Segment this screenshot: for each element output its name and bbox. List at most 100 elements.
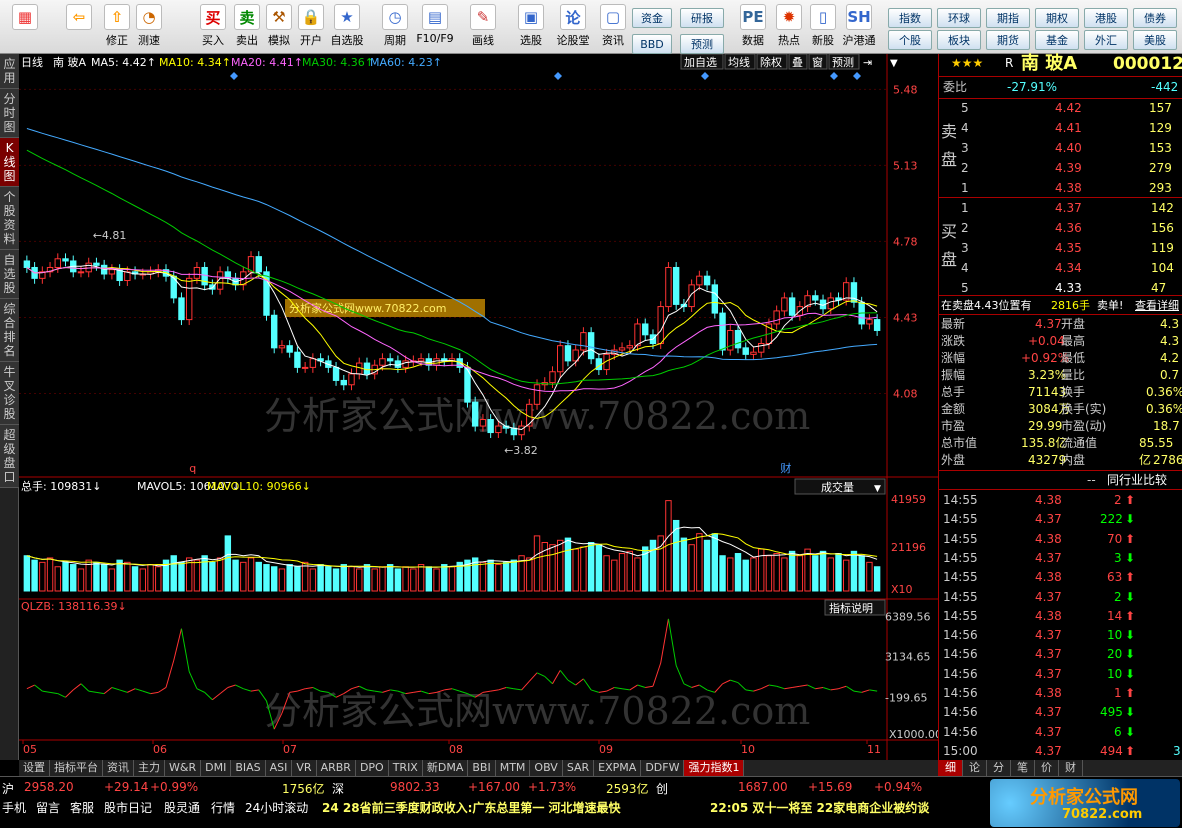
status-link[interactable]: 留言 [36,799,60,816]
toolbar-clock-button[interactable]: ◷ 周期 [378,4,412,50]
toolbar-back-arrow-button[interactable]: ⇦ [58,4,100,50]
toolbar-forum-button[interactable]: 论论股堂 [556,4,590,50]
status-link[interactable]: 客服 [70,799,94,816]
sidetab[interactable]: 分时图 [0,89,19,138]
status-link[interactable]: 行情 [211,799,235,816]
chart-button[interactable]: 加自选 [680,53,724,70]
market-button[interactable]: 港股 [1084,8,1128,28]
chart-button[interactable]: 除权 [756,53,788,70]
chart-button[interactable]: 叠 [788,53,808,70]
indicator-tab[interactable]: VR [292,760,317,776]
market-button[interactable]: 美股 [1133,30,1177,50]
news-ticker-1[interactable]: 24 28省前三季度财政收入:广东总里第一 河北增速最快 [322,799,621,816]
market-button[interactable]: 基金 [1035,30,1079,50]
chart-button[interactable]: 窗 [808,53,828,70]
toolbar-sell-button[interactable]: 卖卖出 [230,4,264,50]
event-marker-icon[interactable] [554,72,562,80]
event-marker-icon[interactable] [701,72,709,80]
toolbar-btn_bbd-button[interactable]: BBD [632,34,672,54]
toolbar-buy-button[interactable]: 买买入 [196,4,230,50]
event-marker-icon[interactable] [830,72,838,80]
toolbar-lock-button[interactable]: 🔒 开户 [294,4,328,50]
market-button[interactable]: 板块 [937,30,981,50]
indicator-tab[interactable]: ARBR [317,760,356,776]
status-link[interactable]: 手机 [2,799,26,816]
indicator-tab[interactable]: W&R [165,760,202,776]
indicator-tab[interactable]: SAR [563,760,595,776]
event-marker-report[interactable]: 财 [780,461,791,475]
toolbar-btn_zijin-button[interactable]: 资金 [632,8,672,28]
indicator-tab[interactable]: BBI [468,760,496,776]
chart-area[interactable]: 5.48 5.13 4.78 4.43 4.08 分析家公式网www.70822.com 分… [19,53,942,760]
toolbar-favorites-button[interactable]: ★ 自选股 [330,4,364,50]
chart-button[interactable]: 均线 [724,53,756,70]
market-button[interactable]: 个股 [888,30,932,50]
chart-button[interactable]: 预测 [828,53,860,70]
quote-tab[interactable]: 细 [939,760,963,776]
toolbar-pe-data-button[interactable]: PE 数据 [736,4,770,50]
indicator-tab[interactable]: DMI [201,760,232,776]
indicator-tab[interactable]: 设置 [19,760,50,776]
sidetab[interactable]: 综合排名 [0,299,19,362]
indicator-tab[interactable]: DPO [356,760,389,776]
indicator-tab[interactable]: MTM [496,760,531,776]
quote-tab[interactable]: 价 [1035,760,1059,776]
indicator-tab[interactable]: 指标平台 [50,760,103,776]
toolbar-pen-button[interactable]: ✎ 画线 [466,4,500,50]
quote-tab[interactable]: 财 [1059,760,1083,776]
sidetab[interactable]: 超级盘口 [0,425,19,488]
status-link[interactable]: 股市日记 [104,799,152,816]
toolbar-new-stock-button[interactable]: ▯ 新股 [806,4,840,50]
toolbar-revise-button[interactable]: ⇧ 修正 [100,4,134,50]
candle [549,366,556,389]
indicator-tab[interactable]: EXPMA [594,760,642,776]
indicator-tab[interactable]: 新DMA [423,760,469,776]
market-button[interactable]: 期权 [1035,8,1079,28]
news-ticker-2[interactable]: 22:05 双十一将至 22家电商企业被约谈 [710,799,929,816]
market-button[interactable]: 期指 [986,8,1030,28]
indicator-explain-button[interactable]: 指标说明 [824,599,886,616]
sidetab[interactable]: K线图 [0,138,19,187]
toolbar-simulate-button[interactable]: ⚒ 模拟 [262,4,296,50]
toolbar-f10-button[interactable]: ▤ F10/F9 [416,4,454,50]
indicator-tab[interactable]: TRIX [389,760,423,776]
dropdown-icon[interactable]: ▼ [890,58,898,69]
event-marker-q[interactable]: q [189,462,196,475]
sidetab[interactable]: 应用 [0,54,19,89]
indicator-tab[interactable]: 强力指数1 [684,760,745,776]
toolbar-btn_yuce-button[interactable]: 预测 [680,34,724,54]
industry-compare-button[interactable]: 同行业比较 [1107,472,1167,489]
event-marker-icon[interactable] [230,72,238,80]
quote-tab[interactable]: 笔 [1011,760,1035,776]
status-link[interactable]: 股灵通 [164,799,200,816]
market-button[interactable]: 债券 [1133,8,1177,28]
sidetab[interactable]: 自选股 [0,250,19,299]
toolbar-select-stock-button[interactable]: ▣ 选股 [514,4,548,50]
indicator-tab[interactable]: DDFW [641,760,685,776]
quote-cell: 10 [1107,628,1123,643]
toolbar-speed-test-button[interactable]: ◔ 测速 [132,4,166,50]
sidetab[interactable]: 牛叉诊股 [0,362,19,425]
indicator-tab[interactable]: 资讯 [103,760,134,776]
toolbar-grid-button[interactable]: ▦ [4,4,46,50]
indicator-tab[interactable]: ASI [266,760,293,776]
sidetab[interactable]: 个股资料 [0,187,19,250]
toolbar-info-button[interactable]: ▢ 资讯 [596,4,630,50]
indicator-tab[interactable]: OBV [530,760,563,776]
indicator-tab[interactable]: 主力 [134,760,165,776]
toolbar-shhk-button[interactable]: SH 沪港通 [842,4,876,50]
indicator-select[interactable]: 成交量 ▼ [794,478,886,495]
more-arrow-icon[interactable]: ⇥ [863,56,872,69]
market-button[interactable]: 期货 [986,30,1030,50]
market-button[interactable]: 指数 [888,8,932,28]
toolbar-hot-button[interactable]: ✹ 热点 [772,4,806,50]
event-marker-icon[interactable] [853,72,861,80]
toolbar-btn_yanbao-button[interactable]: 研报 [680,8,724,28]
status-link[interactable]: 24小时滚动 [245,799,308,816]
quote-tab[interactable]: 分 [987,760,1011,776]
chart-canvas[interactable]: 5.48 5.13 4.78 4.43 4.08 分析家公式网www.70822.com 分… [19,53,942,760]
market-button[interactable]: 环球 [937,8,981,28]
market-button[interactable]: 外汇 [1084,30,1128,50]
quote-tab[interactable]: 论 [963,760,987,776]
indicator-tab[interactable]: BIAS [231,760,266,776]
